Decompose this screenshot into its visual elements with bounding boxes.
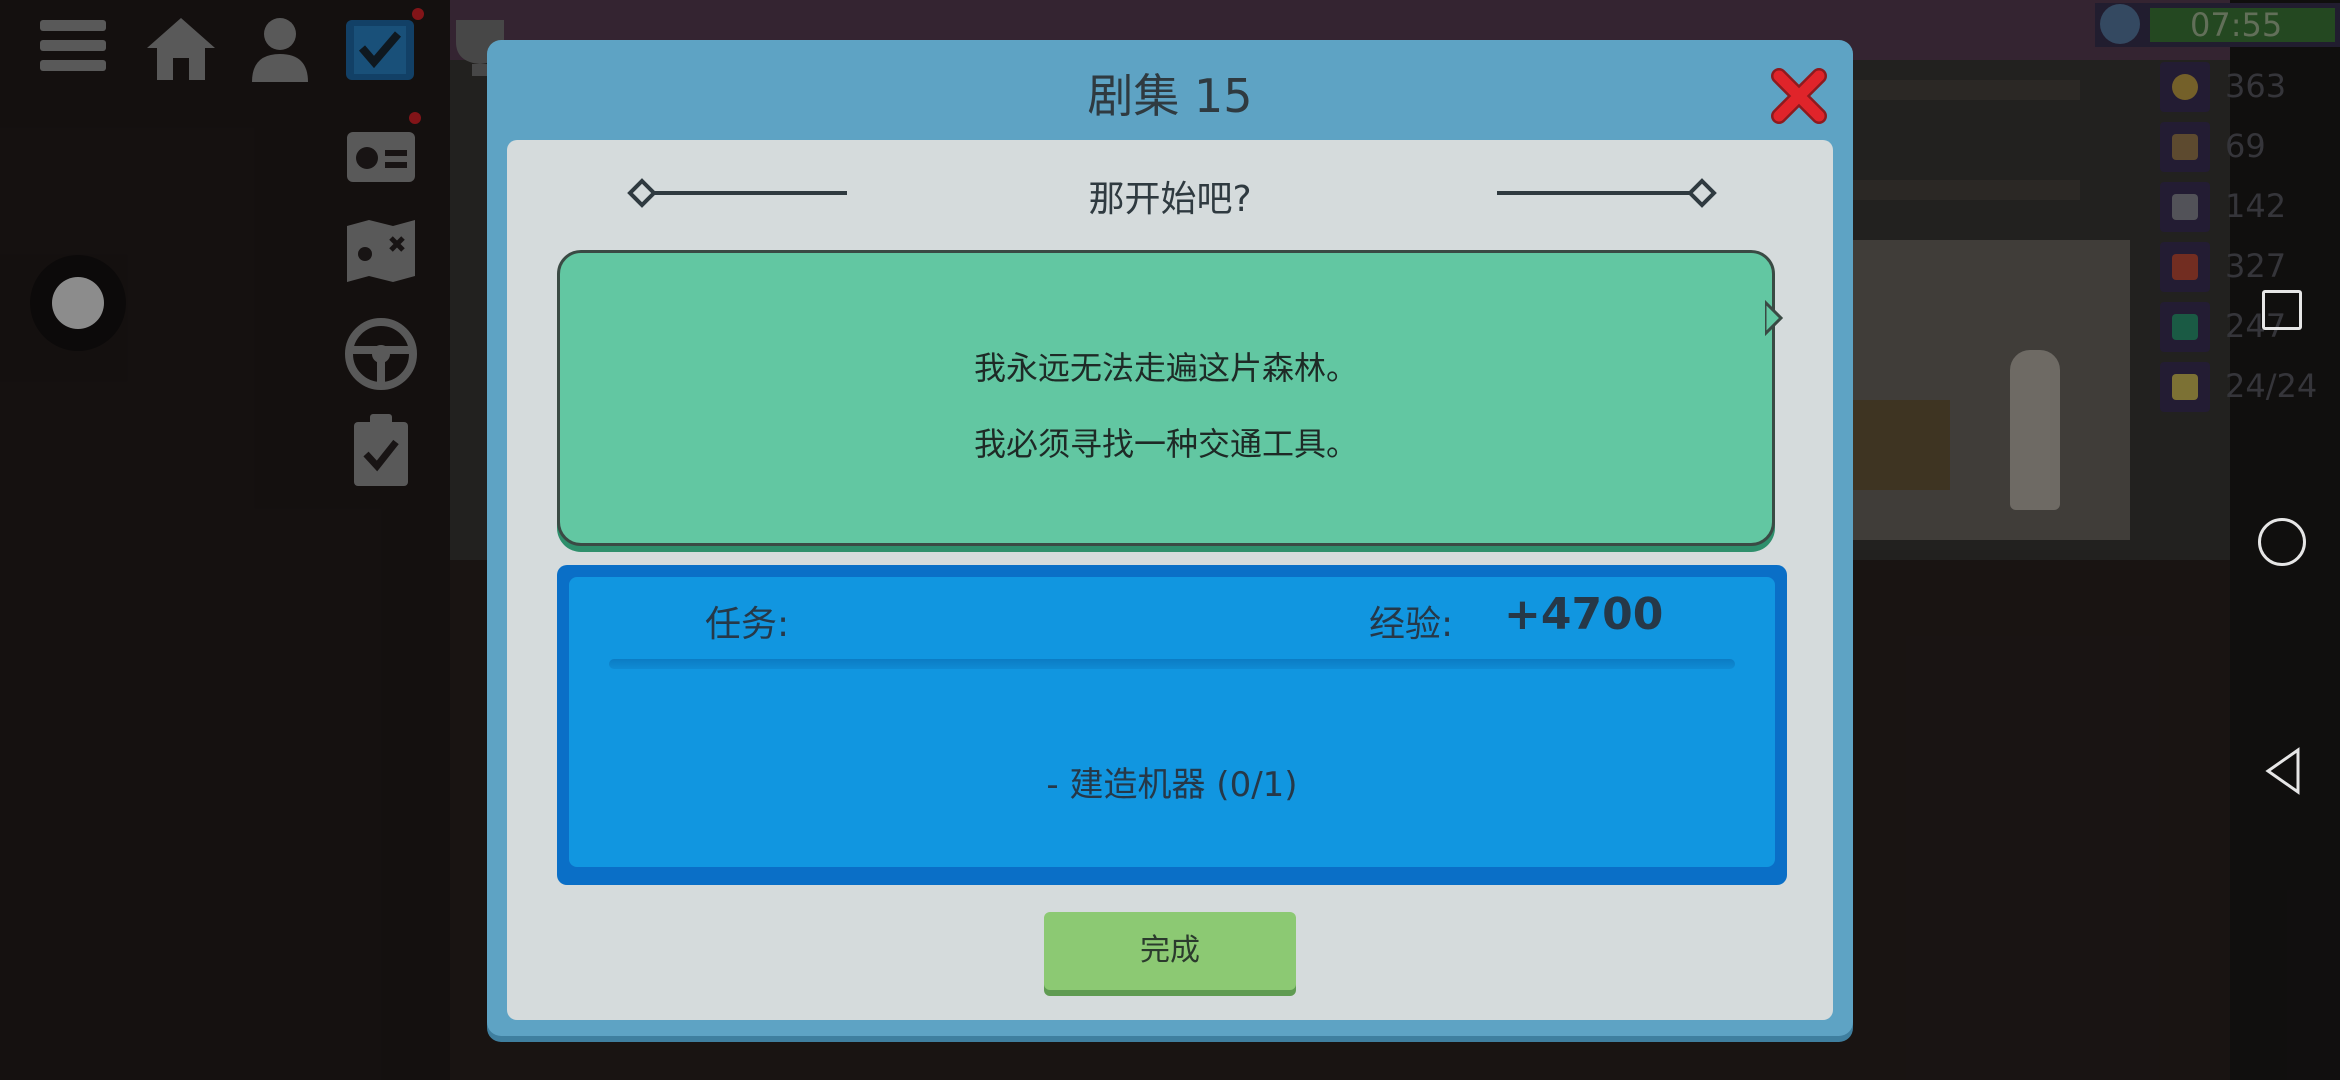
close-icon[interactable] [1769,66,1829,126]
dialog-content: 那开始吧? 我永远无法走遍这片森林。 我必须寻找一种交通工具。 任务: 经验: … [507,140,1833,1020]
story-speech-bubble: 我永远无法走遍这片森林。 我必须寻找一种交通工具。 [557,250,1775,546]
xp-value: +4700 [1504,589,1664,640]
done-button[interactable]: 完成 [1044,912,1296,990]
story-text-line: 我必须寻找一种交通工具。 [973,425,1358,463]
story-text-line: 我永远无法走遍这片森林。 [973,349,1358,387]
task-objective: - 建造机器 (0/1) [1046,765,1298,805]
episode-dialog: 剧集 15 那开始吧? 我永远无法走遍这片森林。 我必须寻找一种交通工具。 任务… [487,40,1853,1036]
speech-bubble-tail [1763,298,1785,340]
recent-apps-button[interactable] [2262,290,2302,330]
home-button[interactable] [2258,518,2306,566]
task-label: 任务: [705,604,790,645]
task-panel: 任务: 经验: +4700 - 建造机器 (0/1) [557,565,1787,885]
task-panel-inner: 任务: 经验: +4700 - 建造机器 (0/1) [569,577,1775,867]
back-button[interactable] [2262,746,2302,800]
dialog-title: 剧集 15 [1087,69,1253,123]
divider-ornament-right [1497,178,1717,212]
xp-label: 经验: [1369,604,1454,645]
task-divider [609,659,1735,669]
